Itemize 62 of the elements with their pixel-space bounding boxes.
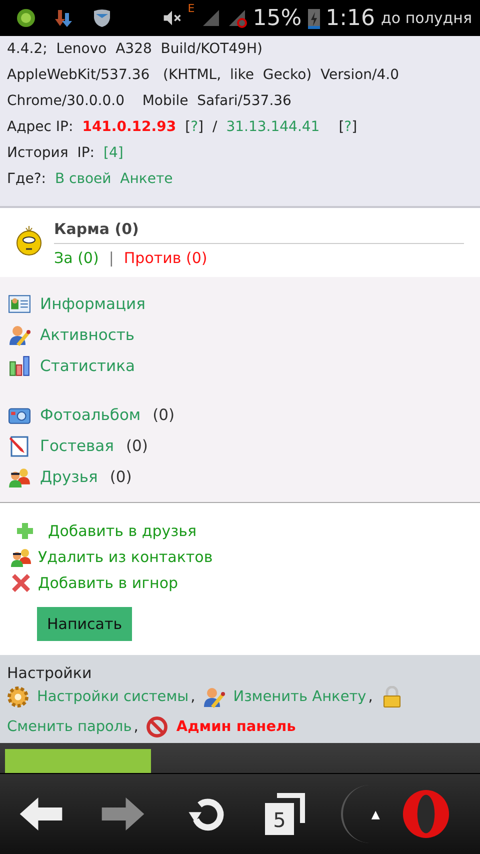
battery-icon [308,7,320,29]
help-link[interactable]: [?] [338,114,358,140]
user-agent-line: 4.4.2; Lenovo A328 Build/KOT49H) [7,40,264,59]
settings-link[interactable]: Изменить Анкету [233,685,366,709]
karma-against-link[interactable]: Против (0) [124,249,208,267]
gear-icon [7,686,29,708]
mute-icon [162,8,182,28]
menu-link[interactable]: Гостевая [40,437,114,455]
network-type: E [188,2,195,15]
history-link[interactable]: [4] [104,140,124,166]
ip-address: 141.0.12.93 [82,118,176,137]
lock-icon [380,686,403,708]
history-label: История IP: [7,144,94,163]
ip-address-link[interactable]: 31.13.144.41 [226,114,320,140]
write-button[interactable]: Написать [37,607,132,641]
plus-icon [14,521,36,541]
forbidden-icon [146,716,168,738]
settings-link[interactable]: Сменить пароль [7,715,132,739]
ip-separator: / [212,118,218,137]
action-link[interactable]: Добавить в игнор [38,574,178,592]
menu-count: (0) [126,437,148,455]
no-signal-icon [226,8,247,28]
settings-link[interactable]: Настройки системы [37,685,189,709]
karma-title: Карма (0) [54,220,464,244]
person-pencil-icon [8,324,31,346]
battery-percent: 15% [252,6,302,30]
comma: , [190,688,196,707]
settings-title: Настройки [7,663,93,684]
action-link[interactable]: Добавить в друзья [48,522,196,540]
menu-count: (0) [110,468,132,486]
id-card-icon [8,293,31,315]
location-link[interactable]: В своей Анкете [54,166,173,192]
ip-label: Адрес IP: [7,118,74,137]
menu-count: (0) [152,406,175,424]
user-agent-line: AppleWebKit/537.36 (KHTML, like Gecko) Version/4.0 [7,66,400,85]
contacts-icon [10,547,32,567]
download-icon [54,8,74,28]
comma: , [368,688,373,707]
opera-logo-icon [402,789,450,839]
clock-time: 1:16 [326,6,376,30]
bar-chart-icon [8,355,31,377]
cross-icon [10,573,32,593]
menu-link[interactable]: Информация [40,295,146,313]
comma: , [134,718,138,737]
settings-link[interactable]: Админ панель [176,715,296,739]
help-link[interactable]: [?] [185,114,204,140]
karma-for-link[interactable]: За (0) [54,249,99,267]
signal-icon [200,8,221,28]
user-agent-line: Chrome/30.0.0.0 Mobile Safari/537.36 [7,92,292,111]
clock-period: до полудня [381,9,472,27]
opera-menu-button[interactable]: ▲ [341,785,462,843]
location-label: Где?: [7,170,46,189]
menu-link[interactable]: Статистика [40,357,135,375]
contacts-icon [8,466,31,488]
person-pencil-icon [203,686,226,708]
action-link[interactable]: Удалить из контактов [38,548,213,566]
menu-link[interactable]: Друзья [40,468,98,486]
karma-separator: | [108,249,114,267]
menu-link[interactable]: Фотоальбом [40,406,141,424]
smiley-icon [14,224,44,256]
notepad-pencil-icon [8,435,31,457]
menu-link[interactable]: Активность [40,326,135,344]
